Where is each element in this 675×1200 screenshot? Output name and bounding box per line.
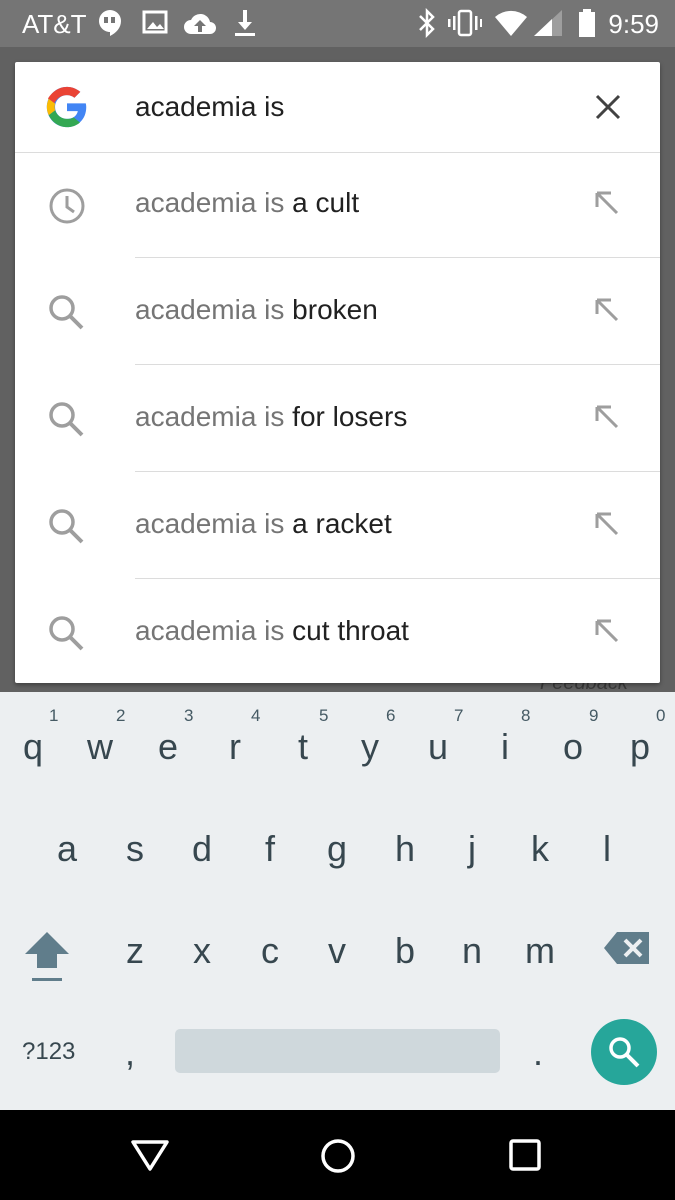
download-icon: [235, 10, 255, 36]
fill-query-arrow-icon[interactable]: [593, 296, 621, 324]
cloud-upload-icon: [184, 13, 216, 34]
comma-key[interactable]: ,: [125, 1032, 135, 1074]
keyboard: q w e r t y u i o p 1 2 3 4 5 6 7 8 9 0 …: [0, 692, 675, 1110]
shift-icon[interactable]: [22, 928, 72, 986]
key-c[interactable]: c: [240, 930, 300, 972]
search-suggestions-card: academia is academia is a cult academia …: [15, 62, 660, 683]
key-hint-1: 1: [49, 706, 59, 725]
suggestion-item[interactable]: academia is a cult: [15, 152, 660, 258]
key-o[interactable]: o: [543, 726, 603, 768]
key-hint-7: 7: [454, 706, 464, 725]
search-icon: [609, 1037, 640, 1068]
suggestion-text: academia is a cult: [135, 187, 360, 218]
key-hint-5: 5: [319, 706, 329, 725]
image-icon: [142, 10, 168, 34]
symbols-key[interactable]: ?123: [22, 1038, 75, 1066]
key-v[interactable]: v: [307, 930, 367, 972]
suggestion-item[interactable]: academia is for losers: [15, 366, 660, 472]
hangouts-icon: [99, 10, 121, 36]
key-hint-2: 2: [116, 706, 126, 725]
search-icon: [49, 616, 84, 651]
key-w[interactable]: w: [70, 726, 130, 768]
bluetooth-icon: [419, 8, 435, 38]
suggestion-text: academia is a racket: [135, 508, 392, 539]
key-b[interactable]: b: [375, 930, 435, 972]
search-input[interactable]: academia is: [135, 91, 284, 123]
search-icon: [49, 295, 84, 330]
navigation-bar: [0, 1110, 675, 1200]
key-hint-3: 3: [184, 706, 194, 725]
battery-icon: [579, 9, 595, 37]
wifi-icon: [495, 10, 527, 37]
suggestion-item[interactable]: academia is a racket: [15, 473, 660, 579]
divider: [135, 471, 660, 472]
key-h[interactable]: h: [375, 828, 435, 870]
key-e[interactable]: e: [138, 726, 198, 768]
fill-query-arrow-icon[interactable]: [593, 403, 621, 431]
suggestion-text: academia is for losers: [135, 401, 408, 432]
key-hint-0: 0: [656, 706, 666, 725]
key-y[interactable]: y: [340, 726, 400, 768]
back-icon[interactable]: [130, 1138, 170, 1172]
google-logo-icon[interactable]: [45, 85, 89, 129]
search-bar: academia is: [15, 62, 660, 153]
key-t[interactable]: t: [273, 726, 333, 768]
key-g[interactable]: g: [307, 828, 367, 870]
key-hint-6: 6: [386, 706, 396, 725]
home-icon[interactable]: [320, 1138, 356, 1174]
suggestion-item[interactable]: academia is cut throat: [15, 580, 660, 683]
search-icon: [49, 402, 84, 437]
divider: [135, 364, 660, 365]
key-p[interactable]: p: [610, 726, 670, 768]
key-x[interactable]: x: [172, 930, 232, 972]
status-bar: AT&T 9:59: [0, 0, 675, 47]
key-l[interactable]: l: [577, 828, 637, 870]
key-hint-4: 4: [251, 706, 261, 725]
carrier-label: AT&T: [22, 9, 87, 39]
divider: [135, 578, 660, 579]
suggestion-item[interactable]: academia is broken: [15, 259, 660, 365]
key-q[interactable]: q: [3, 726, 63, 768]
divider: [135, 257, 660, 258]
clock: 9:59: [608, 9, 659, 39]
key-z[interactable]: z: [105, 930, 165, 972]
close-icon[interactable]: [593, 92, 623, 122]
key-u[interactable]: u: [408, 726, 468, 768]
suggestion-text: academia is cut throat: [135, 615, 409, 646]
history-icon: [49, 188, 85, 224]
key-r[interactable]: r: [205, 726, 265, 768]
key-j[interactable]: j: [442, 828, 502, 870]
key-hint-8: 8: [521, 706, 531, 725]
signal-icon: [534, 10, 562, 36]
key-m[interactable]: m: [510, 930, 570, 972]
key-s[interactable]: s: [105, 828, 165, 870]
key-a[interactable]: a: [37, 828, 97, 870]
key-n[interactable]: n: [442, 930, 502, 972]
key-i[interactable]: i: [475, 726, 535, 768]
search-icon: [49, 509, 84, 544]
keyboard-search-button[interactable]: [591, 1019, 657, 1085]
fill-query-arrow-icon[interactable]: [593, 510, 621, 538]
suggestion-text: academia is broken: [135, 294, 378, 325]
fill-query-arrow-icon[interactable]: [593, 189, 621, 217]
backspace-icon[interactable]: [603, 930, 651, 966]
key-k[interactable]: k: [510, 828, 570, 870]
vibrate-icon: [448, 9, 482, 37]
fill-query-arrow-icon[interactable]: [593, 617, 621, 645]
space-bar[interactable]: [175, 1029, 500, 1073]
key-d[interactable]: d: [172, 828, 232, 870]
key-hint-9: 9: [589, 706, 599, 725]
period-key[interactable]: .: [533, 1032, 543, 1074]
recents-icon[interactable]: [508, 1138, 542, 1172]
key-f[interactable]: f: [240, 828, 300, 870]
